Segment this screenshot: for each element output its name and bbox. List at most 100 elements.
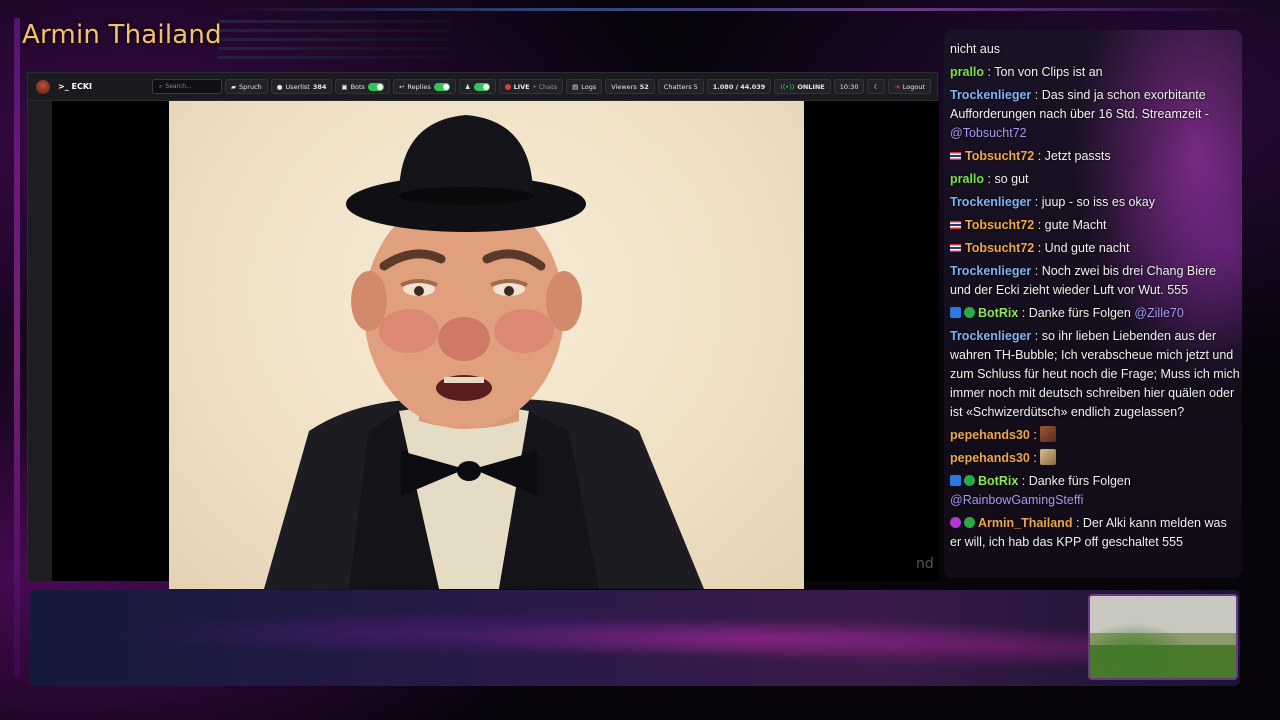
chat-message: pepehands30 : [950, 426, 1240, 445]
mention-link[interactable]: @RainbowGamingSteffi [950, 493, 1083, 507]
navbar: >_ ECKI ⌕ Search... ▰ Spruch ● Userlist … [28, 73, 937, 101]
overlay-top-glow [220, 8, 1260, 11]
chat-username[interactable]: Trockenlieger [950, 264, 1031, 278]
live-label: LIVE [513, 82, 530, 91]
clock: 10:30 [833, 79, 865, 94]
message-separator: : [984, 65, 995, 79]
message-text: Ton von Clips ist an [994, 65, 1103, 79]
search-input[interactable]: ⌕ Search... [152, 79, 223, 94]
chat-username[interactable]: Trockenlieger [950, 329, 1031, 343]
chat-username[interactable]: Trockenlieger [950, 195, 1031, 209]
chat-username[interactable]: prallo [950, 172, 984, 186]
chat-messages: nicht aus prallo : Ton von Clips ist an … [950, 40, 1240, 556]
chat-message: Tobsucht72 : gute Macht [950, 216, 1240, 235]
message-separator: : [1034, 241, 1045, 255]
message-text: gute Macht [1044, 218, 1107, 232]
logout-label: Logout [902, 82, 925, 91]
message-separator: : [1031, 195, 1042, 209]
chat-message: prallo : so gut [950, 170, 1240, 189]
counter-value: 1.080 / 44.039 [712, 82, 766, 91]
video-overlay-text: nd [916, 556, 934, 572]
chat-username[interactable]: pepehands30 [950, 428, 1030, 442]
emote-icon [1040, 449, 1057, 465]
reply-icon: ↩ [398, 82, 405, 91]
replies-switch[interactable] [433, 82, 450, 91]
moon-icon: ☾ [873, 82, 880, 91]
chat-username[interactable]: Tobsucht72 [965, 149, 1034, 163]
replies-toggle[interactable]: ↩ Replies [392, 79, 456, 94]
userlist-button[interactable]: ● Userlist 384 [270, 79, 333, 94]
online-label: ONLINE [797, 82, 825, 91]
thai-flag-icon [950, 244, 961, 252]
logout-button[interactable]: ⇥ Logout [888, 79, 931, 94]
emote-icon [1040, 426, 1057, 442]
portrait-illustration [264, 115, 704, 589]
search-icon: ⌕ [159, 82, 163, 90]
bottom-decoration-bar [30, 590, 1240, 686]
user-icon: ● [276, 82, 283, 91]
logout-icon: ⇥ [894, 82, 900, 91]
viewers-label: Viewers [611, 82, 637, 91]
misc-switch[interactable] [473, 82, 490, 91]
live-sub-label: • Chats [532, 82, 558, 91]
bot-badge-icon [950, 307, 961, 318]
clock-time: 10:30 [839, 82, 859, 91]
webcam-preview [1088, 594, 1238, 680]
left-sidebar [28, 101, 52, 581]
replies-label: Replies [407, 82, 431, 91]
mention-link[interactable]: @Zille70 [1134, 306, 1184, 320]
mention-link[interactable]: @Tobsucht72 [950, 126, 1027, 140]
robot-icon: ▣ [341, 82, 348, 91]
person-icon: ♟ [464, 82, 471, 91]
message-separator: : [1031, 329, 1042, 343]
chat-bubble-icon: ▰ [231, 82, 237, 91]
logs-button[interactable]: ▤ Logs [566, 79, 603, 94]
bots-toggle[interactable]: ▣ Bots [335, 79, 390, 94]
online-status: ((•)) ONLINE [774, 79, 831, 94]
logs-label: Logs [581, 82, 597, 91]
message-separator: : [1029, 451, 1041, 465]
chat-username[interactable]: Armin_Thailand [978, 516, 1072, 530]
message-separator: : [1018, 306, 1029, 320]
title-decoration [218, 20, 450, 65]
logo-icon [36, 79, 50, 94]
chat-username[interactable]: pepehands30 [950, 451, 1030, 465]
spruch-button[interactable]: ▰ Spruch [225, 79, 268, 94]
chat-message: pepehands30 : [950, 449, 1240, 468]
message-separator: : [1072, 516, 1083, 530]
bots-switch[interactable] [367, 82, 384, 91]
overlay-left-edge [14, 18, 20, 678]
chat-message: Trockenlieger : Das sind ja schon exorbi… [950, 86, 1240, 143]
viewers-count: 52 [639, 82, 649, 91]
message-counter: 1.080 / 44.039 [706, 79, 772, 94]
chatters-label: Chatters 5 [663, 82, 698, 91]
chat-username[interactable]: prallo [950, 65, 984, 79]
chat-message: Trockenlieger : so ihr lieben Liebenden … [950, 327, 1240, 422]
chat-username[interactable]: Tobsucht72 [965, 218, 1034, 232]
message-text: Jetzt passts [1044, 149, 1111, 163]
chat-message: Tobsucht72 : Und gute nacht [950, 239, 1240, 258]
chat-username[interactable]: Tobsucht72 [965, 241, 1034, 255]
stream-title: Armin Thailand [22, 20, 222, 50]
chat-message: Trockenlieger : juup - so iss es okay [950, 193, 1240, 212]
message-text: Danke fürs Folgen [1028, 474, 1131, 488]
message-text: Und gute nacht [1044, 241, 1130, 255]
chat-message: Trockenlieger : Noch zwei bis drei Chang… [950, 262, 1240, 300]
verified-badge-icon [964, 517, 975, 528]
chat-username[interactable]: BotRix [978, 306, 1018, 320]
theme-toggle[interactable]: ☾ [867, 79, 886, 94]
chat-username[interactable]: Trockenlieger [950, 88, 1031, 102]
message-separator: : [1018, 474, 1029, 488]
viewers-counter: Viewers 52 [605, 79, 655, 94]
message-text: juup - so iss es okay [1041, 195, 1155, 209]
brand-label[interactable]: >_ ECKI [58, 82, 92, 91]
misc-toggle[interactable]: ♟ [458, 79, 496, 94]
chatters-counter: Chatters 5 [657, 79, 704, 94]
thai-flag-icon [950, 152, 961, 160]
message-separator: : [1034, 149, 1045, 163]
signal-icon: ((•)) [780, 82, 795, 91]
live-chats-button[interactable]: LIVE • Chats [498, 79, 564, 94]
chat-username[interactable]: BotRix [978, 474, 1018, 488]
message-text: so gut [994, 172, 1029, 186]
log-icon: ▤ [572, 82, 579, 91]
